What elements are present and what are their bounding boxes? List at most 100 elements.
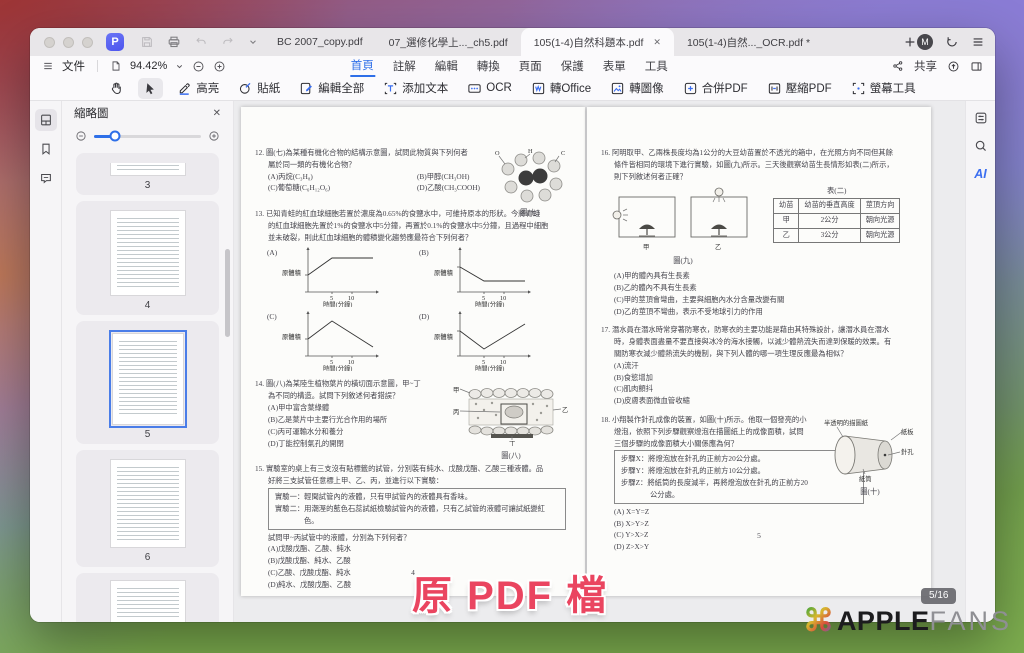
slider-zoom-in-icon[interactable] <box>208 130 220 142</box>
right-icon-rail: AI <box>965 101 995 622</box>
page-thumbnail[interactable]: 6 <box>76 450 219 567</box>
close-panel-icon[interactable]: ✕ <box>213 108 221 119</box>
sticker-tool-button[interactable]: 貼紙 <box>233 77 285 99</box>
document-tab[interactable]: BC 2007_copy.pdf ✕ <box>264 28 376 56</box>
page-fit-icon[interactable] <box>110 60 122 72</box>
quick-actions <box>140 28 258 56</box>
thumbnail-preview[interactable] <box>112 333 184 425</box>
window-body: 縮略圖 ✕ 3 <box>30 101 995 622</box>
svg-text:時間(分鐘): 時間(分鐘) <box>475 300 504 308</box>
svg-text:丙: 丙 <box>453 408 459 416</box>
thumbnail-page-number: 5 <box>145 429 151 440</box>
slider-handle[interactable] <box>110 131 121 142</box>
svg-text:半透明的描圖紙: 半透明的描圖紙 <box>824 418 869 427</box>
zoom-out-icon[interactable] <box>192 60 205 73</box>
zoom-window-button[interactable] <box>82 37 93 48</box>
slider-zoom-out-icon[interactable] <box>75 130 87 142</box>
properties-icon[interactable] <box>974 111 988 125</box>
history-refresh-icon[interactable] <box>945 35 959 49</box>
zoom-level-value[interactable]: 94.42% <box>130 60 167 72</box>
select-tool-button[interactable] <box>138 78 163 99</box>
desktop: P BC 2007_copy.pdf ✕ 07_選修化學上..._ch5.pdf… <box>0 0 1024 653</box>
option-graph: (B) 原體積 <box>419 245 571 307</box>
panel-scrollbar[interactable] <box>225 249 230 337</box>
column-header: 幼苗 <box>774 199 799 214</box>
compress-pdf-button[interactable]: 壓縮PDF <box>762 77 837 99</box>
zoom-dropdown-icon[interactable] <box>175 62 184 71</box>
text-line: 的紅血球細胞先置於1%的食鹽水中5分鐘，再置於0.1%的食鹽水中5分鐘，且過程中… <box>255 220 572 232</box>
thumbnails-header: 縮略圖 ✕ <box>62 101 233 125</box>
volume-time-chart: 原體積 5 10 時間(分鐘) <box>280 309 382 371</box>
print-icon[interactable] <box>167 35 181 49</box>
title-bar: P BC 2007_copy.pdf ✕ 07_選修化學上..._ch5.pdf… <box>30 28 995 56</box>
document-tab[interactable]: 07_選修化學上..._ch5.pdf ✕ <box>376 28 521 56</box>
minimize-window-button[interactable] <box>63 37 74 48</box>
search-icon[interactable] <box>974 139 988 153</box>
ribbon-tab[interactable]: 首頁 <box>350 55 375 77</box>
redo-icon[interactable] <box>221 35 235 49</box>
option-graph: (A) 原體積 <box>267 245 419 307</box>
pdf-page-left: 12. 圖(七)為某種有機化合物的結構示意圖，試問此物質與下列何者屬於同一類的有… <box>241 107 585 596</box>
upload-cloud-icon[interactable] <box>947 60 960 73</box>
convert-image-button[interactable]: 轉圖像 <box>605 77 669 99</box>
ribbon-tab[interactable]: 註解 <box>392 56 417 76</box>
thumbnail-preview[interactable] <box>110 210 186 296</box>
chevron-down-icon[interactable] <box>248 37 258 47</box>
highlight-tool-button[interactable]: 高亮 <box>172 77 224 99</box>
document-viewer[interactable]: 12. 圖(七)為某種有機化合物的結構示意圖，試問此物質與下列何者屬於同一類的有… <box>234 101 965 622</box>
menu-bar: 文件 94.42% 首頁註解編輯轉換頁面保護表單工具 共享 <box>30 56 995 76</box>
thumbnail-preview[interactable] <box>110 580 186 622</box>
page-content: 16. 阿明取甲、乙兩株長度均為1公分的大豆幼苗置於不透光的箱中，在光照方向不同… <box>587 107 931 553</box>
thumbnail-size-slider[interactable] <box>94 135 201 138</box>
merge-pdf-button[interactable]: 合併PDF <box>678 77 753 99</box>
thumbnails-panel-button[interactable] <box>35 109 57 131</box>
document-tab[interactable]: 105(1-4)自然..._OCR.pdf * ✕ <box>674 28 823 56</box>
account-avatar[interactable]: M <box>917 34 933 50</box>
undo-icon[interactable] <box>194 35 208 49</box>
ocr-button[interactable]: OCR <box>462 78 517 99</box>
ribbon-tab[interactable]: 編輯 <box>434 56 459 76</box>
zoom-in-icon[interactable] <box>213 60 226 73</box>
thumbnail-page-number: 4 <box>145 300 151 311</box>
close-tab-icon[interactable]: ✕ <box>653 37 661 48</box>
bookmarks-panel-button[interactable] <box>35 138 57 160</box>
add-text-button[interactable]: 添加文本 <box>378 77 453 99</box>
tools-toolbar: 高亮 貼紙 編輯全部 添加文本 OCR 轉Office <box>30 76 995 101</box>
collapse-toolbar-icon[interactable] <box>970 60 983 73</box>
answer-graphs: (A) 原體積 <box>267 245 572 371</box>
bookmark-icon <box>39 142 53 156</box>
close-window-button[interactable] <box>44 37 55 48</box>
ribbon-tab[interactable]: 轉換 <box>476 56 501 76</box>
page-thumbnail[interactable]: 3 <box>76 153 219 195</box>
table-cell: 3公分 <box>799 228 860 243</box>
ai-assistant-button[interactable]: AI <box>974 167 987 181</box>
question-12: 12. 圖(七)為某種有機化合物的結構示意圖，試問此物質與下列何者屬於同一類的有… <box>255 147 572 201</box>
page-thumbnail[interactable]: 4 <box>76 201 219 315</box>
file-menu-icon[interactable] <box>42 60 54 72</box>
page-thumbnail[interactable] <box>76 573 219 622</box>
table-caption: 表(二) <box>773 185 900 197</box>
molecule-diagram: O H C <box>493 147 567 203</box>
convert-office-button[interactable]: 轉Office <box>526 77 596 99</box>
thumbnail-preview[interactable] <box>110 459 186 548</box>
comments-panel-button[interactable] <box>35 167 57 189</box>
save-icon[interactable] <box>140 35 154 49</box>
file-menu-label[interactable]: 文件 <box>62 58 85 74</box>
menu-icon[interactable] <box>971 35 985 49</box>
document-tab[interactable]: 105(1-4)自然科題本.pdf ✕ <box>521 28 674 56</box>
thumbnail-preview[interactable] <box>110 163 186 176</box>
share-button[interactable]: 共享 <box>914 58 937 74</box>
page-thumbnail[interactable]: 5 <box>76 321 219 444</box>
experiment-box: 實驗一：輕聞試管內的液體，只有甲試管內的液體具有香味。實驗二：用潮溼的藍色石蕊試… <box>268 488 566 529</box>
ribbon-tab[interactable]: 保護 <box>560 56 585 76</box>
thumbnail-page-number: 6 <box>145 552 151 563</box>
hand-tool-button[interactable] <box>104 78 129 99</box>
screen-tools-button[interactable]: 螢幕工具 <box>846 77 921 99</box>
edit-all-button[interactable]: 編輯全部 <box>294 77 369 99</box>
ribbon-tab[interactable]: 表單 <box>602 56 627 76</box>
screen-capture-icon <box>851 81 866 96</box>
ribbon-tab[interactable]: 工具 <box>644 56 669 76</box>
titlebar-right: M <box>917 28 985 56</box>
new-tab-button[interactable] <box>903 28 917 56</box>
ribbon-tab[interactable]: 頁面 <box>518 56 543 76</box>
